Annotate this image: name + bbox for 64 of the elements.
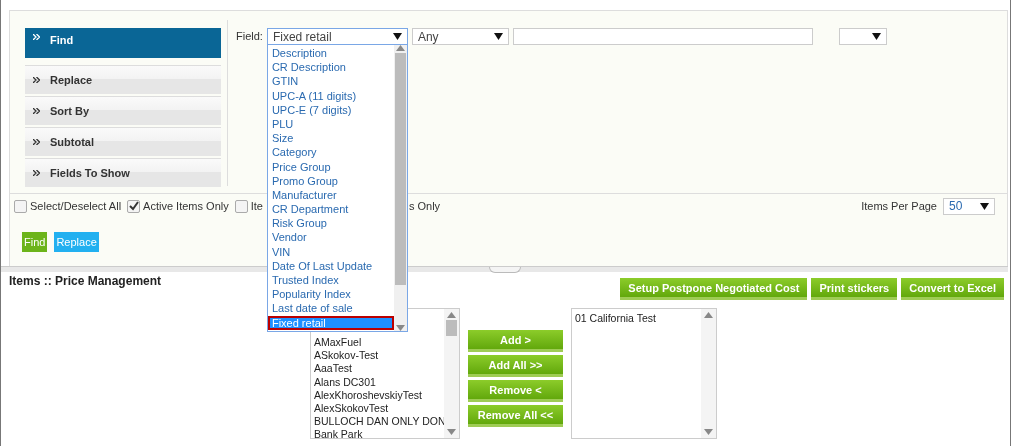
dropdown-option[interactable]: VIN bbox=[267, 244, 394, 259]
dropdown-option[interactable]: Fixed retail bbox=[267, 315, 394, 330]
dropdown-option[interactable]: Manufacturer bbox=[267, 187, 394, 203]
menu-item[interactable]: Find bbox=[25, 28, 221, 58]
list-item[interactable]: ASkokov-Test bbox=[314, 349, 441, 363]
dropdown-option[interactable]: PLU bbox=[267, 116, 394, 132]
caret-icon bbox=[493, 33, 503, 40]
list-item[interactable]: Alans DC301 bbox=[314, 375, 441, 389]
dropdown-option[interactable]: Price Group bbox=[267, 159, 394, 174]
caret-icon bbox=[392, 33, 402, 40]
dropdown-option[interactable]: GTIN bbox=[267, 74, 394, 89]
list-item[interactable]: AMaxFuel bbox=[314, 336, 441, 350]
chosen-list[interactable]: 01 California Test bbox=[571, 308, 717, 439]
items-per-page-select[interactable]: 50 bbox=[943, 197, 995, 215]
menu-item[interactable]: Fields To Show bbox=[25, 158, 221, 187]
dropdown-option[interactable]: CR Department bbox=[267, 202, 394, 217]
double-chevron-icon bbox=[33, 108, 40, 114]
dropdown-option[interactable]: Size bbox=[267, 131, 394, 146]
checkbox[interactable] bbox=[234, 199, 248, 213]
caret-icon bbox=[871, 33, 881, 40]
checkbox[interactable] bbox=[127, 199, 141, 213]
list-item[interactable]: 01 California Test bbox=[575, 312, 698, 326]
menu-item[interactable]: Subtotal bbox=[25, 127, 221, 156]
double-chevron-icon bbox=[33, 170, 40, 176]
splitter-handle[interactable] bbox=[488, 267, 521, 273]
menu-item[interactable]: Sort By bbox=[25, 96, 221, 125]
double-chevron-icon bbox=[33, 77, 40, 83]
extra-select[interactable] bbox=[838, 28, 887, 45]
dropdown-option[interactable]: UPC-A (11 digits) bbox=[267, 88, 394, 103]
scroll-down-icon[interactable] bbox=[447, 429, 456, 435]
menu-item[interactable]: Replace bbox=[25, 65, 221, 94]
operator-select[interactable]: Any bbox=[411, 28, 509, 45]
checkbox-label: Select/Deselect All bbox=[30, 200, 122, 213]
list-item[interactable]: AlexKhoroshevskiyTest bbox=[314, 388, 441, 402]
scroll-up-icon[interactable] bbox=[704, 312, 713, 318]
list-item[interactable]: AlexSkokovTest bbox=[314, 401, 441, 416]
scroll-up-icon[interactable] bbox=[447, 312, 456, 318]
items-per-page-label: Items Per Page bbox=[861, 200, 937, 213]
checkbox-label: Active Items Only bbox=[143, 200, 229, 213]
dropdown-option[interactable]: Vendor bbox=[267, 230, 394, 245]
dropdown-option[interactable]: CR Description bbox=[267, 60, 394, 75]
value-field[interactable] bbox=[512, 28, 813, 45]
field-label: Field: bbox=[236, 30, 263, 42]
double-chevron-icon bbox=[33, 139, 40, 145]
dropdown-option[interactable]: Trusted Index bbox=[267, 273, 394, 288]
scroll-down-icon[interactable] bbox=[704, 429, 713, 435]
list-item[interactable]: Bank Park bbox=[314, 428, 441, 438]
double-chevron-icon bbox=[33, 34, 40, 40]
dropdown-option[interactable]: Date Of Last Update bbox=[267, 258, 394, 273]
dropdown-option[interactable]: Description bbox=[267, 46, 394, 61]
scrollbar-thumb[interactable] bbox=[394, 53, 406, 285]
dropdown-option[interactable]: Risk Group bbox=[267, 216, 394, 231]
dropdown-option[interactable]: Promo Group bbox=[267, 173, 394, 188]
list-item[interactable]: AaaTest bbox=[314, 362, 441, 376]
scrollbar-thumb[interactable] bbox=[446, 320, 457, 336]
dropdown-option[interactable]: Popularity Index bbox=[267, 287, 394, 302]
section-title: Items :: Price Management bbox=[9, 274, 162, 290]
caret-icon bbox=[980, 202, 989, 210]
checkbox-label: s Only bbox=[408, 200, 441, 213]
scroll-down-icon[interactable] bbox=[395, 325, 405, 331]
dropdown-option[interactable]: UPC-E (7 digits) bbox=[267, 102, 394, 117]
checkbox-label: Ite bbox=[250, 200, 263, 213]
checkbox[interactable] bbox=[14, 199, 27, 213]
dropdown-option[interactable]: Category bbox=[267, 145, 394, 160]
